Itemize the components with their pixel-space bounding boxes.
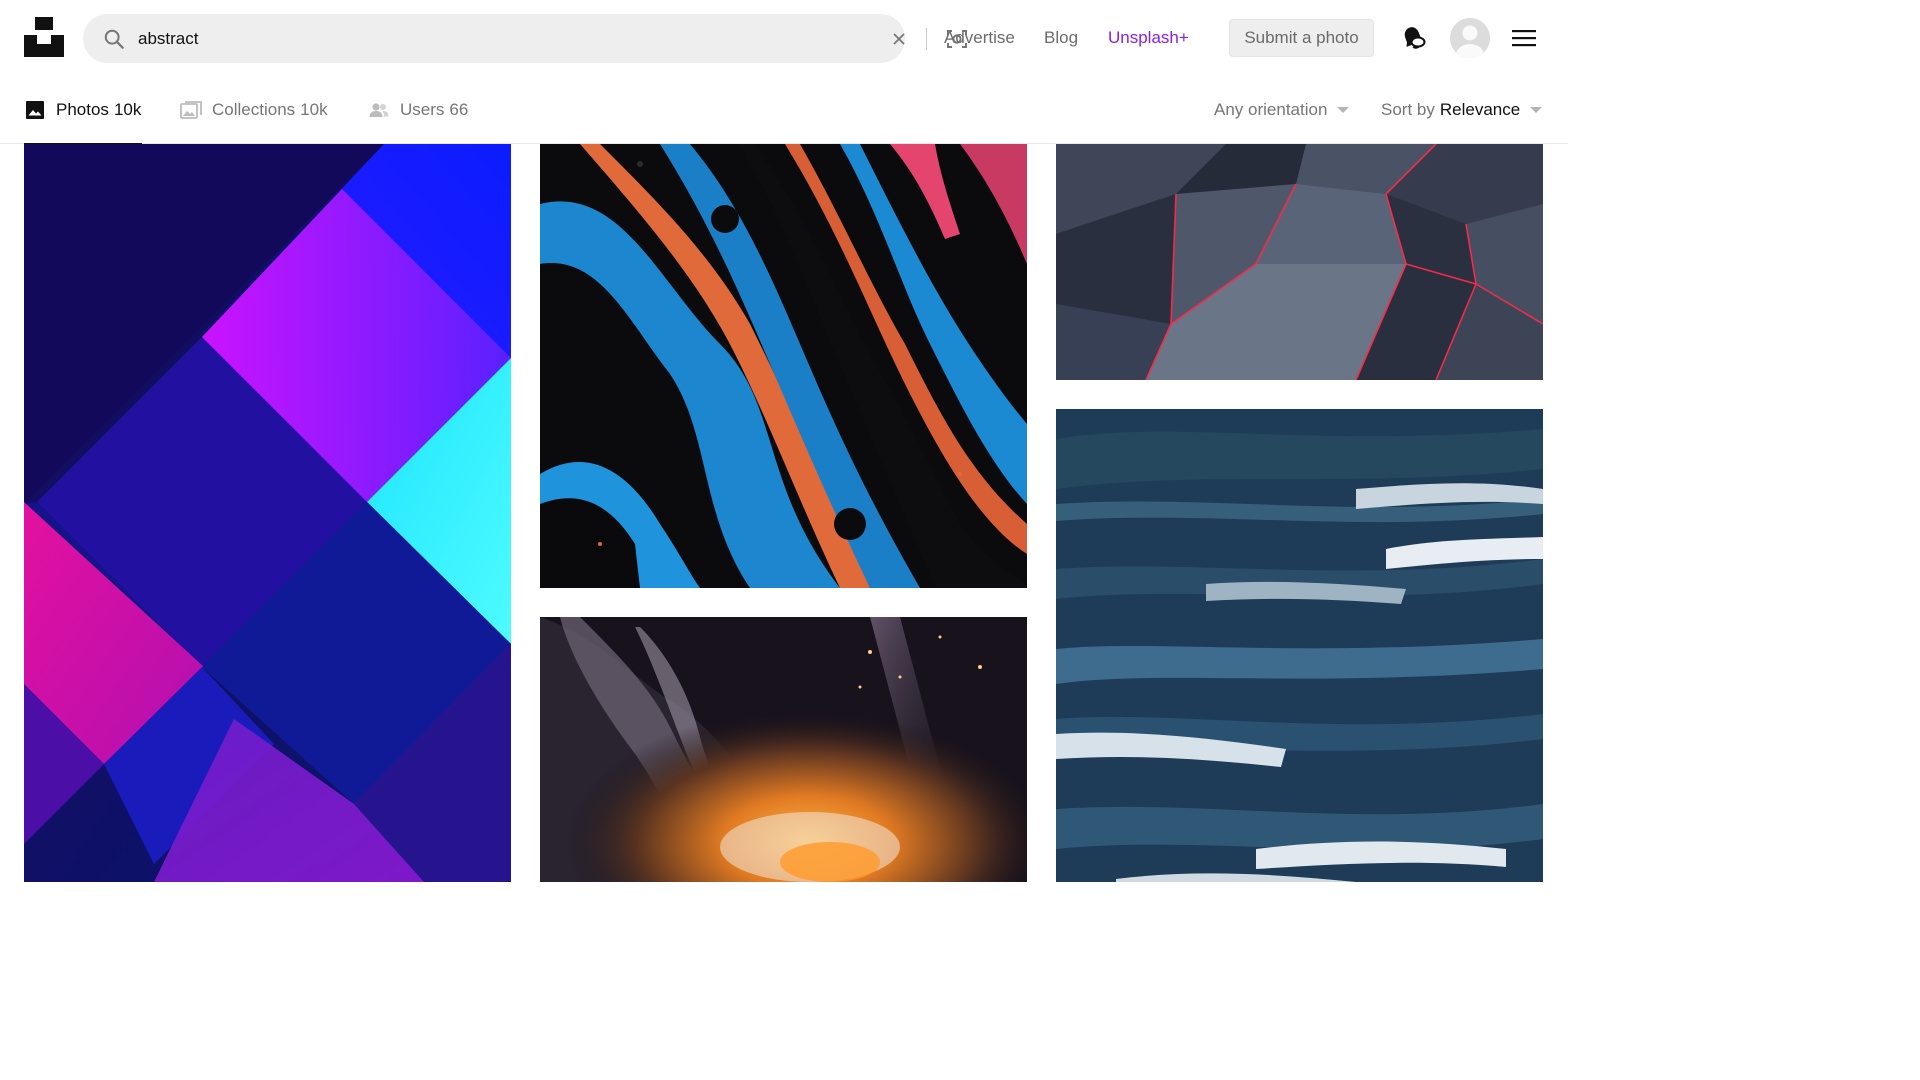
submit-photo-button[interactable]: Submit a photo bbox=[1229, 19, 1374, 57]
tab-photos-count: 10k bbox=[113, 100, 142, 119]
photo-fluid-paint-blue-orange[interactable] bbox=[540, 144, 1027, 588]
top-header: Advertise Blog Unsplash+ Submit a photo bbox=[0, 0, 1568, 76]
nav-blog-link[interactable]: Blog bbox=[1044, 28, 1078, 48]
search-input[interactable] bbox=[138, 14, 778, 63]
orientation-label: Any orientation bbox=[1214, 100, 1328, 119]
sort-dropdown[interactable]: Sort by Relevance bbox=[1381, 76, 1543, 144]
users-icon bbox=[369, 103, 389, 117]
nav-advertise-link[interactable]: Advertise bbox=[944, 28, 1015, 48]
tab-collections-label: Collections bbox=[212, 100, 296, 119]
search-results-tabs: Photos 10k Collections 10k Users 66 Any … bbox=[0, 76, 1568, 145]
nav-unsplash-plus-link[interactable]: Unsplash+ bbox=[1108, 28, 1189, 48]
photo-marble-smoke-fire[interactable] bbox=[540, 617, 1027, 882]
photo-blue-white-brushstrokes[interactable] bbox=[1056, 409, 1543, 882]
hamburger-menu-icon[interactable] bbox=[1511, 27, 1537, 49]
unsplash-logo-icon[interactable] bbox=[24, 17, 64, 57]
bell-icon[interactable] bbox=[1400, 24, 1428, 52]
photo-neon-red-polygons[interactable] bbox=[1056, 144, 1543, 380]
sort-prefix: Sort by bbox=[1381, 100, 1435, 119]
tab-users-label: Users bbox=[400, 100, 445, 119]
orientation-dropdown[interactable]: Any orientation bbox=[1214, 76, 1350, 144]
photo-geometric-gradient[interactable] bbox=[24, 144, 511, 882]
tab-photos[interactable]: Photos 10k bbox=[24, 76, 142, 145]
tab-users-count: 66 bbox=[449, 100, 469, 119]
close-icon[interactable] bbox=[888, 29, 910, 49]
image-icon bbox=[26, 101, 44, 119]
tab-photos-label: Photos bbox=[56, 100, 109, 119]
chevron-down-icon bbox=[1337, 107, 1350, 113]
search-divider bbox=[926, 28, 927, 50]
avatar[interactable] bbox=[1450, 18, 1490, 58]
tab-collections-count: 10k bbox=[300, 100, 328, 119]
tab-collections[interactable]: Collections 10k bbox=[180, 76, 328, 144]
search-bar bbox=[83, 14, 967, 63]
chevron-down-icon bbox=[1530, 107, 1543, 113]
sort-value: Relevance bbox=[1439, 100, 1521, 119]
tab-users[interactable]: Users 66 bbox=[368, 76, 468, 144]
search-icon[interactable] bbox=[103, 28, 125, 50]
collections-icon bbox=[180, 101, 202, 119]
